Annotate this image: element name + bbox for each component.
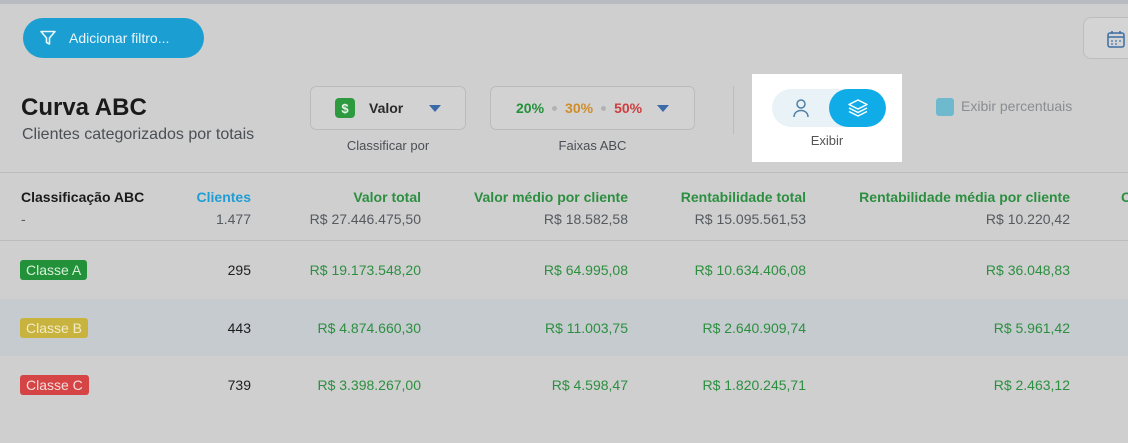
cell-avg-value: R$ 64.995,08 [543,262,628,278]
col-header-clients[interactable]: Clientes [197,189,251,205]
cell-avg-value: R$ 4.598,47 [551,377,628,393]
cell-clients: 443 [227,320,251,336]
range-b: 30% [565,100,594,116]
abc-ranges-select[interactable]: 20% 30% 50% [490,86,695,130]
display-label: Exibir [810,133,844,148]
abc-ranges-caption: Faixas ABC [558,138,627,153]
cell-avg-value: R$ 11.003,75 [544,320,628,336]
show-percentages-label: Exibir percentuais [961,98,1073,114]
display-classes-option[interactable] [829,89,886,127]
header-divider [0,172,1128,173]
range-a: 20% [516,100,545,116]
vertical-divider [733,86,734,134]
chevron-down-icon [657,105,669,112]
person-icon [792,99,809,118]
date-picker-button[interactable] [1083,17,1128,59]
range-c: 50% [614,100,643,116]
display-clients-option[interactable] [772,89,829,127]
total-classification: - [21,211,26,227]
calendar-icon [1107,31,1125,48]
add-filter-label: Adicionar filtro... [69,30,170,46]
total-avg-profit: R$ 10.220,42 [985,211,1070,227]
cell-total-value: R$ 19.173.548,20 [309,262,421,278]
cell-avg-profit: R$ 5.961,42 [993,320,1070,336]
total-profit: R$ 15.095.561,53 [694,211,806,227]
cell-total-value: R$ 4.874.660,30 [317,320,421,336]
top-border [0,0,1128,4]
cell-avg-profit: R$ 2.463,12 [993,377,1070,393]
col-header-total-value[interactable]: Valor total [353,189,421,205]
cell-avg-profit: R$ 36.048,83 [985,262,1070,278]
page-title: Curva ABC [21,94,147,121]
col-header-partial[interactable]: C [1121,189,1128,205]
cell-total-value: R$ 3.398.267,00 [317,377,421,393]
page-subtitle: Clientes categorizados por totais [22,126,255,143]
table-row-class-b[interactable]: Classe B 443 R$ 4.874.660,30 R$ 11.003,7… [0,299,1128,356]
class-b-badge: Classe B [20,318,89,338]
col-header-avg-value[interactable]: Valor médio por cliente [474,189,628,205]
filter-icon [40,30,56,45]
cell-total-profit: R$ 2.640.909,74 [702,320,806,336]
layers-icon [847,99,868,117]
separator-dot [601,105,607,111]
separator-dot [552,105,558,111]
sort-by-select[interactable]: $ Valor [310,86,466,130]
add-filter-button[interactable]: Adicionar filtro... [23,18,204,58]
display-mode-toggle [772,89,886,127]
col-header-total-profit[interactable]: Rentabilidade total [681,189,806,205]
col-header-avg-profit[interactable]: Rentabilidade média por cliente [859,189,1070,205]
class-c-badge: Classe C [20,375,89,395]
dollar-icon: $ [335,98,355,118]
total-value: R$ 27.446.475,50 [309,211,421,227]
cell-clients: 739 [227,377,251,393]
display-mode-panel: Exibir [752,74,902,162]
chevron-down-icon [429,105,441,112]
cell-clients: 295 [227,262,251,278]
cell-total-profit: R$ 1.820.245,71 [702,377,806,393]
col-header-classification[interactable]: Classificação ABC [21,189,144,205]
total-clients: 1.477 [215,211,251,227]
cell-total-profit: R$ 10.634.406,08 [694,262,806,278]
table-row-class-c[interactable]: Classe C 739 R$ 3.398.267,00 R$ 4.598,47… [0,356,1128,413]
show-percentages-checkbox[interactable] [936,98,954,116]
table-row-class-a[interactable]: Classe A 295 R$ 19.173.548,20 R$ 64.995,… [0,241,1128,298]
total-avg-value: R$ 18.582,58 [543,211,628,227]
sort-by-value: Valor [369,100,404,116]
sort-by-caption: Classificar por [346,138,430,153]
class-a-badge: Classe A [20,260,88,280]
